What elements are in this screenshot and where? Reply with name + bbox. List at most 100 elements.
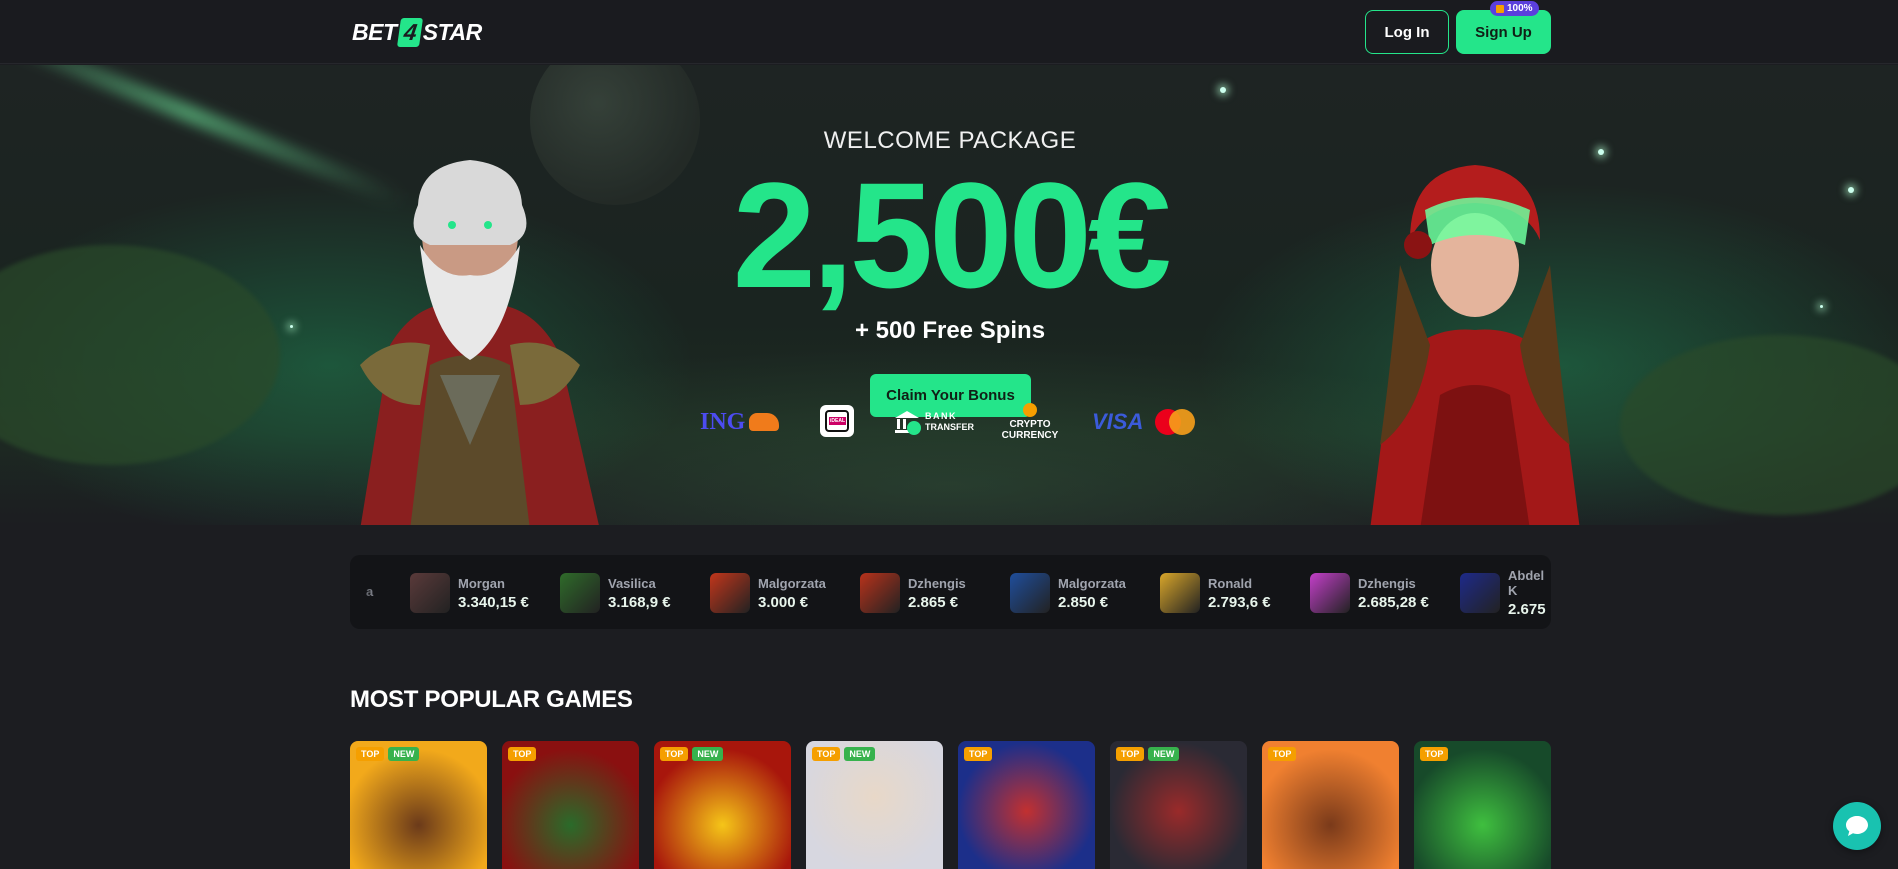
star-decoration [290,325,293,328]
ideal-mark-icon: iDEAL [825,410,849,432]
logo-text-suffix: STAR [422,18,482,45]
gentleman-game-thumb[interactable]: TOP NEW [806,741,943,869]
winner-amount: 2.865 € [908,593,959,611]
hot-slot-thumb [710,573,750,613]
ing-logo: ING [700,400,785,444]
bison-game-thumb[interactable]: TOP NEW [350,741,487,869]
winner-item[interactable]: Abdel K 2.675 [1460,568,1551,618]
wizard-character-illustration [360,160,599,525]
game-tags: TOP [1420,747,1449,761]
hero-banner: WELCOME PACKAGE 2,500€ + 500 Free Spins … [0,65,1898,525]
chests-thumb [1010,573,1050,613]
chicken-coin-game-thumb[interactable]: TOP NEW [654,741,791,869]
crypto-line-1: CRYPTO [1009,419,1051,430]
top-badge: TOP [1420,747,1449,761]
witch-game-thumb[interactable]: TOP [958,741,1095,869]
new-badge: NEW [1148,747,1180,761]
top-badge: TOP [1268,747,1297,761]
game-tags: TOP [1268,747,1297,761]
winner-name: Dzhengis [908,575,966,591]
aztec-thumb [1160,573,1200,613]
frog-game-thumb[interactable]: TOP [1414,741,1551,869]
game-tags: TOP NEW [1116,747,1180,761]
hero-free-spins: + 500 Free Spins [854,317,1046,344]
atomic-coins-thumb [1460,573,1500,613]
game-tags: TOP NEW [356,747,420,761]
crypto-currency-logo: CRYPTO CURRENCY [995,400,1065,444]
game-tags: TOP [964,747,993,761]
new-badge: NEW [844,747,876,761]
chat-bubble-icon [1846,816,1868,836]
bank-transfer-logo: BANK TRANSFER [893,400,975,444]
mastercard-logo [1155,409,1195,435]
top-badge: TOP [1116,747,1145,761]
new-badge: NEW [388,747,420,761]
gift-icon [1496,4,1504,13]
winner-amount: 2.793,6 € [1208,593,1271,611]
winner-name: Vasilica [608,575,656,591]
winner-item[interactable]: Dzhengis 2.685,28 € [1310,572,1429,614]
winner-amount: 3.000 € [758,593,809,611]
ticker-fade [350,555,380,629]
winner-amount: 2.850 € [1058,593,1109,611]
winner-item[interactable]: Morgan 3.340,15 € [410,572,529,614]
joker-game-thumb[interactable]: TOP NEW [1110,741,1247,869]
star-decoration [1820,305,1823,308]
top-badge: TOP [660,747,689,761]
winner-item[interactable]: Dzhengis 2.865 € [860,572,966,614]
winner-amount: 3.168,9 € [608,593,671,611]
winner-item[interactable]: Ronald 2.793,6 € [1160,572,1271,614]
star-decoration [1848,187,1854,193]
star-decoration [1220,87,1226,93]
logo-text-box: 4 [396,17,423,47]
most-wanted-thumb [410,573,450,613]
trillion-thumb [1310,573,1350,613]
treeline-decoration [1620,335,1898,515]
space-girl-character-illustration [1370,165,1580,525]
login-button[interactable]: Log In [1365,10,1449,54]
recent-winners-ticker: aMorgan3.340,15 €Vasilica3.168,9 €Malgor… [350,555,1551,629]
bitcoin-icon [1023,403,1037,417]
game-tags: TOP NEW [660,747,724,761]
winner-name: Malgorzata [1058,575,1126,591]
live-chat-button[interactable] [1833,802,1881,850]
game-tags: TOP [508,747,537,761]
lucky-clover-thumb [560,573,600,613]
winner-name: Dzhengis [1358,575,1416,591]
site-header: BET 4 STAR Log In Sign Up 100% [0,0,1898,64]
popular-games-title: MOST POPULAR GAMES [350,686,633,713]
visa-logo: VISA [1092,400,1144,444]
winner-name: Ronald [1208,575,1253,591]
signup-button[interactable]: Sign Up [1456,10,1551,54]
bank-line-1: BANK [925,411,957,421]
winner-name: Malgorzata [758,575,826,591]
visa-logo-text: VISA [1092,409,1144,434]
new-badge: NEW [692,747,724,761]
bank-line-2: TRANSFER [925,422,974,432]
top-badge: TOP [356,747,385,761]
buffalo-game-thumb[interactable]: TOP [1262,741,1399,869]
signup-bonus-badge: 100% [1490,1,1539,16]
winner-amount: 2.675 [1508,601,1546,618]
signup-badge-text: 100% [1507,3,1533,14]
top-badge: TOP [964,747,993,761]
top-badge: TOP [812,747,841,761]
hero-bonus-amount: 2,500€ [732,151,1172,319]
treeline-decoration [0,245,280,465]
ideal-logo: iDEAL [820,405,854,437]
winner-amount: 3.340,15 € [458,593,529,611]
hot-slot-thumb [860,573,900,613]
game-tags: TOP NEW [812,747,876,761]
winner-name: Abdel K [1508,568,1545,598]
winner-item[interactable]: Malgorzata 2.850 € [1010,572,1126,614]
ing-logo-text: ING [700,408,746,435]
bank-icon [895,411,921,435]
crypto-line-2: CURRENCY [1001,430,1059,441]
logo-text-prefix: BET [352,18,397,45]
brand-logo[interactable]: BET 4 STAR [352,14,482,50]
winner-item[interactable]: Vasilica 3.168,9 € [560,572,671,614]
winner-item[interactable]: Malgorzata 3.000 € [710,572,826,614]
ideal-logo-text: iDEAL [829,417,846,425]
watermelon-game-thumb[interactable]: TOP [502,741,639,869]
top-badge: TOP [508,747,537,761]
